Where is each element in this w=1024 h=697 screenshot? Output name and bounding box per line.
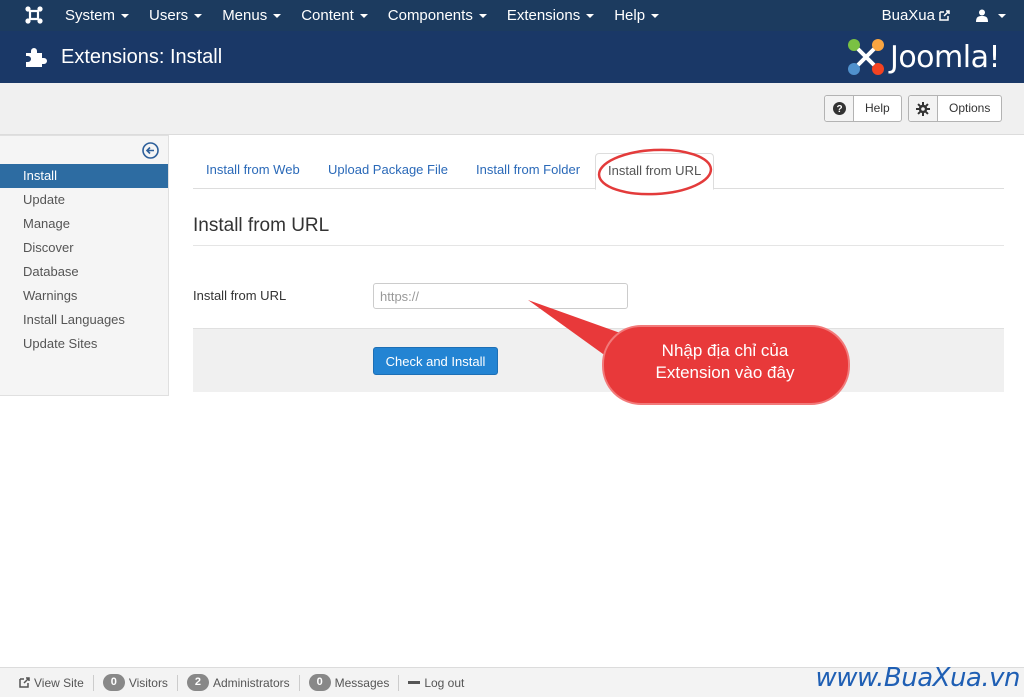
view-site-link[interactable]: View Site <box>10 676 93 690</box>
tab-upload-package-file[interactable]: Upload Package File <box>328 153 448 189</box>
tab-install-from-folder[interactable]: Install from Folder <box>476 153 580 189</box>
administrators-status[interactable]: 2 Administrators <box>178 674 299 691</box>
menu-users[interactable]: Users <box>139 0 212 31</box>
menu-help[interactable]: Help <box>604 0 669 31</box>
menu-label: Menus <box>222 7 268 24</box>
user-icon <box>976 9 988 22</box>
messages-label: Messages <box>334 675 390 690</box>
menu-extensions[interactable]: Extensions <box>497 0 604 31</box>
joomla-logo-icon <box>847 39 884 75</box>
svg-text:?: ? <box>836 104 842 115</box>
user-menu[interactable] <box>976 9 1006 22</box>
joomla-logo-icon[interactable] <box>24 5 44 25</box>
menu-components[interactable]: Components <box>378 0 497 31</box>
visitors-status[interactable]: 0 Visitors <box>94 674 177 691</box>
menu-content[interactable]: Content <box>291 0 378 31</box>
caret-down-icon <box>998 13 1006 18</box>
help-label: Help <box>865 101 890 115</box>
toolbar: ? Help Options <box>0 83 1024 135</box>
sidebar-item-update[interactable]: Update <box>0 188 168 212</box>
admins-count-badge: 2 <box>186 674 209 691</box>
sidebar-item-discover[interactable]: Discover <box>0 236 168 260</box>
divider <box>193 245 1004 246</box>
check-and-install-button[interactable]: Check and Install <box>373 347 498 375</box>
main-menu: System Users Menus Content Components Ex… <box>55 0 669 31</box>
external-link-icon <box>19 677 30 688</box>
gear-icon <box>909 96 938 121</box>
minus-icon <box>408 680 421 684</box>
navbar-right: BuaXua <box>882 0 1006 31</box>
caret-down-icon <box>194 14 203 19</box>
sidebar-item-update-sites[interactable]: Update Sites <box>0 332 168 356</box>
menu-label: Users <box>149 7 189 24</box>
collapse-sidebar-icon[interactable] <box>142 142 159 159</box>
visitors-label: Visitors <box>128 675 168 690</box>
logout-label: Log out <box>424 675 465 690</box>
caret-down-icon <box>586 14 595 19</box>
sidebar-item-install-languages[interactable]: Install Languages <box>0 308 168 332</box>
messages-count-badge: 0 <box>308 674 331 691</box>
options-label: Options <box>949 101 991 115</box>
title-bar: Extensions: Install Joomla! <box>0 31 1024 83</box>
watermark: www.BuaXua.vn <box>815 663 1021 693</box>
tab-install-from-web[interactable]: Install from Web <box>206 153 300 189</box>
question-icon: ? <box>825 96 854 121</box>
menu-system[interactable]: System <box>55 0 139 31</box>
caret-down-icon <box>478 14 487 19</box>
site-name: BuaXua <box>881 7 935 24</box>
caret-down-icon <box>273 14 282 19</box>
menu-label: System <box>65 7 116 24</box>
annotation-text: Nhập địa chỉ của Extension vào đây <box>612 340 838 384</box>
annotation-line-2: Extension vào đây <box>655 363 795 382</box>
sidebar-item-database[interactable]: Database <box>0 260 168 284</box>
messages-status[interactable]: 0 Messages <box>300 674 399 691</box>
puzzle-piece-icon <box>26 48 47 67</box>
install-tabs: Install from Web Upload Package File Ins… <box>193 153 1004 190</box>
logout-link[interactable]: Log out <box>399 676 473 690</box>
annotation-line-1: Nhập địa chỉ của <box>661 341 789 360</box>
visitors-count-badge: 0 <box>102 674 125 691</box>
menu-label: Components <box>387 7 473 24</box>
help-button[interactable]: ? Help <box>824 95 902 122</box>
tab-install-from-url[interactable]: Install from URL <box>595 153 715 190</box>
form-actions: Check and Install <box>193 328 1004 392</box>
caret-down-icon <box>359 14 368 19</box>
sidebar-item-manage[interactable]: Manage <box>0 212 168 236</box>
site-link[interactable]: BuaXua <box>882 7 950 24</box>
joomla-brand: Joomla! <box>846 37 1001 77</box>
options-button[interactable]: Options <box>908 95 1003 122</box>
sidebar: Install Update Manage Discover Database … <box>0 135 169 396</box>
caret-down-icon <box>121 14 130 19</box>
view-site-label: View Site <box>34 675 84 690</box>
caret-down-icon <box>651 14 660 19</box>
url-field-label: Install from URL <box>193 288 287 303</box>
sidebar-item-install[interactable]: Install <box>0 164 168 188</box>
page-title: Extensions: Install <box>61 46 223 68</box>
menu-label: Extensions <box>506 7 581 24</box>
menu-label: Content <box>301 7 354 24</box>
admins-label: Administrators <box>212 675 290 690</box>
external-link-icon <box>939 10 950 21</box>
url-input[interactable] <box>373 283 628 309</box>
brand-name: Joomla! <box>889 39 1001 75</box>
sidebar-list: Install Update Manage Discover Database … <box>0 164 168 356</box>
top-navbar: System Users Menus Content Components Ex… <box>0 0 1024 31</box>
menu-label: Help <box>614 7 646 24</box>
menu-menus[interactable]: Menus <box>212 0 291 31</box>
sidebar-item-warnings[interactable]: Warnings <box>0 284 168 308</box>
section-heading: Install from URL <box>193 215 330 236</box>
